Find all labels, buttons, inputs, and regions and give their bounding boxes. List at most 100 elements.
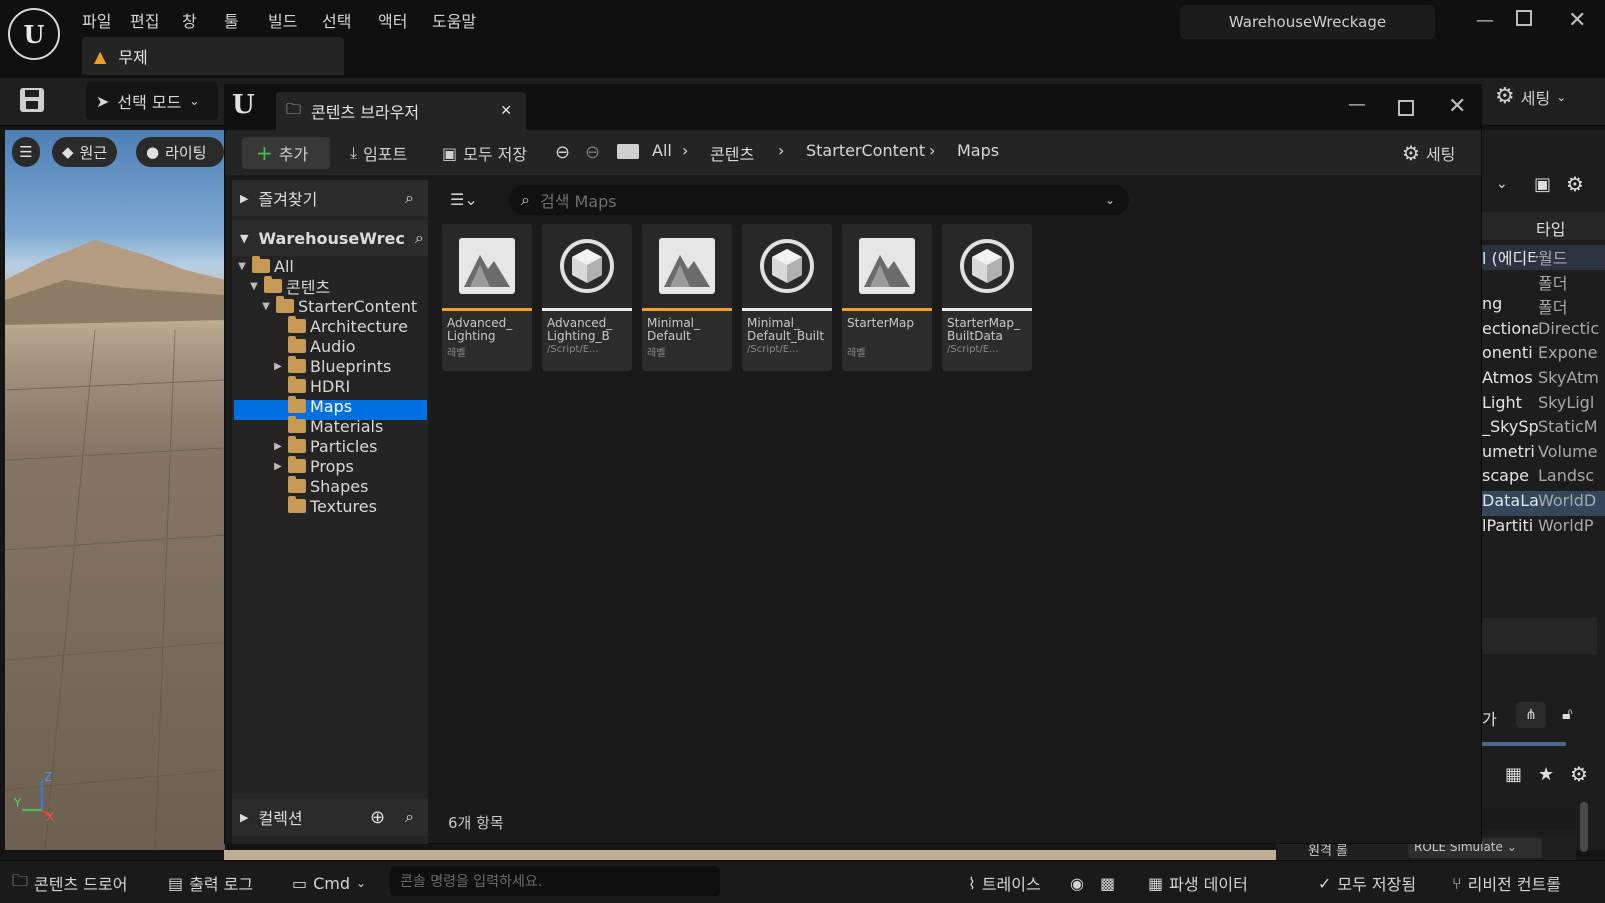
revision-control-button[interactable]: ⑂ 리비전 컨트롤	[1452, 868, 1561, 898]
cmd-dropdown[interactable]: ▭ Cmd ⌄	[292, 868, 366, 898]
lock-icon[interactable]: 🔓︎	[1562, 704, 1572, 724]
tree-folder-0[interactable]: ▼ All	[236, 256, 294, 276]
tree-folder-11[interactable]: Shapes	[272, 476, 368, 496]
save-status-button[interactable]: ✓ 모두 저장됨	[1318, 868, 1416, 898]
menu-item[interactable]: 액터	[378, 8, 407, 32]
minimize-icon[interactable]: —	[1348, 94, 1366, 115]
chevron-right-icon[interactable]: ▶	[272, 441, 284, 452]
outliner-type-header[interactable]: 타입	[1482, 212, 1605, 240]
tree-folder-4[interactable]: Audio	[272, 336, 355, 356]
outliner-row[interactable]: l (에디터 월드	[1482, 245, 1605, 270]
asset-tile[interactable]: Minimal_ Default_Built/Script/E...	[742, 224, 832, 371]
table-icon[interactable]: ▦	[1505, 764, 1522, 785]
tree-folder-12[interactable]: Textures	[272, 496, 377, 516]
tree-folder-10[interactable]: ▶ Props	[272, 456, 354, 476]
search-input[interactable]: ⌕ 검색 Maps ⌄	[509, 185, 1129, 215]
menu-item[interactable]: 도움말	[432, 8, 476, 32]
outliner-row[interactable]: Atmos SkyAtm	[1482, 368, 1605, 393]
menu-item[interactable]: 파일	[82, 8, 111, 32]
level-viewport[interactable]	[5, 130, 225, 850]
content-drawer-button[interactable]: 🗀︎ 콘텐츠 드로어	[12, 868, 127, 898]
save-icon[interactable]	[20, 88, 44, 112]
hierarchy-icon[interactable]: ⋔	[1516, 702, 1546, 728]
cb-settings-button[interactable]: ⚙ 세팅	[1402, 137, 1455, 169]
outliner-row[interactable]: lPartiti WorldP	[1482, 516, 1605, 541]
search-icon[interactable]: ⌕	[415, 228, 424, 248]
breadcrumb-item[interactable]: StarterContent	[806, 141, 925, 160]
close-icon[interactable]: ✕	[1568, 8, 1586, 33]
breadcrumb-separator-icon[interactable]: ›	[778, 141, 784, 160]
asset-tile[interactable]: Minimal_ Default 레벨	[642, 224, 732, 371]
perspective-button[interactable]: ◆ 원근	[52, 137, 118, 167]
breadcrumb-item[interactable]: 콘텐츠	[710, 141, 754, 165]
close-tab-icon[interactable]: ✕	[500, 103, 512, 119]
menu-item[interactable]: 빌드	[268, 8, 297, 32]
add-button[interactable]: + 추가	[242, 137, 330, 169]
outliner-row[interactable]: ng 폴더	[1482, 294, 1605, 319]
chevron-down-icon[interactable]: ⌄	[1496, 176, 1508, 192]
star-icon[interactable]: ★	[1538, 764, 1554, 785]
breadcrumb-separator-icon[interactable]: ›	[682, 141, 688, 160]
menu-item[interactable]: 창	[182, 8, 197, 32]
tree-folder-3[interactable]: Architecture	[272, 316, 408, 336]
tree-folder-9[interactable]: ▶ Particles	[272, 436, 377, 456]
derived-data-button[interactable]: ▦ 파생 데이터	[1148, 868, 1248, 898]
insights-icon[interactable]: ◉	[1070, 868, 1084, 898]
folder-icon[interactable]	[617, 144, 639, 159]
breadcrumb-item[interactable]: Maps	[957, 141, 999, 160]
favorites-section[interactable]: ▶ 즐겨찾기 ⌕	[232, 180, 428, 216]
trace-button[interactable]: ⌇ 트레이스	[968, 868, 1041, 898]
breadcrumb-separator-icon[interactable]: ›	[929, 141, 935, 160]
console-input[interactable]: 콘솔 명령을 입력하세요.	[390, 866, 720, 896]
filter-icon[interactable]: ☰⌄	[450, 190, 478, 209]
unreal-logo-icon[interactable]: U	[8, 8, 60, 60]
search-icon[interactable]: ⌕	[405, 807, 414, 827]
chevron-right-icon[interactable]: ▶	[272, 461, 284, 472]
collections-section[interactable]: ▶ 컬렉션 ⊕ ⌕	[232, 798, 428, 836]
search-icon[interactable]: ⌕	[405, 188, 414, 208]
outliner-row[interactable]: _SkySp StaticM	[1482, 417, 1605, 442]
outliner-row[interactable]: DataLa WorldD	[1482, 491, 1605, 516]
add-folder-icon[interactable]: ▣	[1534, 174, 1551, 195]
maximize-icon[interactable]	[1516, 10, 1532, 26]
import-button[interactable]: ⤓ 임포트	[350, 137, 407, 169]
tab-content-browser[interactable]: 🗀︎ 콘텐츠 브라우저 ✕	[276, 92, 526, 130]
maximize-icon[interactable]	[1398, 100, 1414, 116]
select-mode-dropdown[interactable]: ➤ 선택 모드 ⌄	[86, 82, 218, 120]
asset-tile[interactable]: Advanced_ Lighting_B/Script/E...	[542, 224, 632, 371]
gear-icon[interactable]: ⚙	[1566, 172, 1584, 196]
tab-untitled-level[interactable]: ▲ 무제	[82, 37, 344, 75]
tree-folder-7[interactable]: Maps	[272, 396, 352, 416]
viewport-menu-button[interactable]: ☰	[12, 137, 40, 167]
partial-button-label[interactable]: 가	[1482, 706, 1497, 730]
menu-item[interactable]: 툴	[224, 8, 239, 32]
outliner-row[interactable]: scape Landsc	[1482, 466, 1605, 491]
breadcrumb-item[interactable]: All	[652, 141, 672, 160]
minimize-icon[interactable]: —	[1476, 10, 1494, 31]
tree-folder-5[interactable]: ▶ Blueprints	[272, 356, 391, 376]
settings-button[interactable]: ⚙ 세팅 ⌄	[1495, 84, 1566, 109]
asset-tile[interactable]: StarterMap_ BuiltData/Script/E...	[942, 224, 1032, 371]
outliner-row[interactable]: 폴더	[1482, 270, 1605, 295]
chevron-right-icon[interactable]: ▶	[272, 361, 284, 372]
menu-item[interactable]: 선택	[322, 8, 351, 32]
back-icon[interactable]: ⊖	[555, 142, 570, 163]
outliner-row[interactable]: umetri Volume	[1482, 442, 1605, 467]
gear-icon[interactable]: ⚙	[1570, 762, 1588, 786]
close-icon[interactable]: ✕	[1448, 94, 1466, 119]
chevron-down-icon[interactable]: ⌄	[1105, 193, 1115, 207]
tree-folder-1[interactable]: ▼ 콘텐츠	[248, 276, 330, 297]
lit-button[interactable]: ● 라이팅	[136, 137, 224, 167]
scrollbar-thumb[interactable]	[1580, 802, 1588, 852]
save-all-button[interactable]: ▣ 모두 저장	[442, 137, 527, 169]
asset-tile[interactable]: StarterMap 레벨	[842, 224, 932, 371]
menu-item[interactable]: 편집	[130, 8, 159, 32]
outliner-row[interactable]: ectiona Directic	[1482, 319, 1605, 344]
tree-folder-2[interactable]: ▼ StarterContent	[260, 296, 417, 316]
outliner-row[interactable]: onenti Expone	[1482, 343, 1605, 368]
camera-icon[interactable]: ▩	[1100, 868, 1115, 898]
chevron-down-icon[interactable]: ▼	[260, 301, 272, 312]
tree-folder-8[interactable]: Materials	[272, 416, 383, 436]
chevron-down-icon[interactable]: ▼	[236, 261, 248, 272]
tree-folder-6[interactable]: HDRI	[272, 376, 350, 396]
